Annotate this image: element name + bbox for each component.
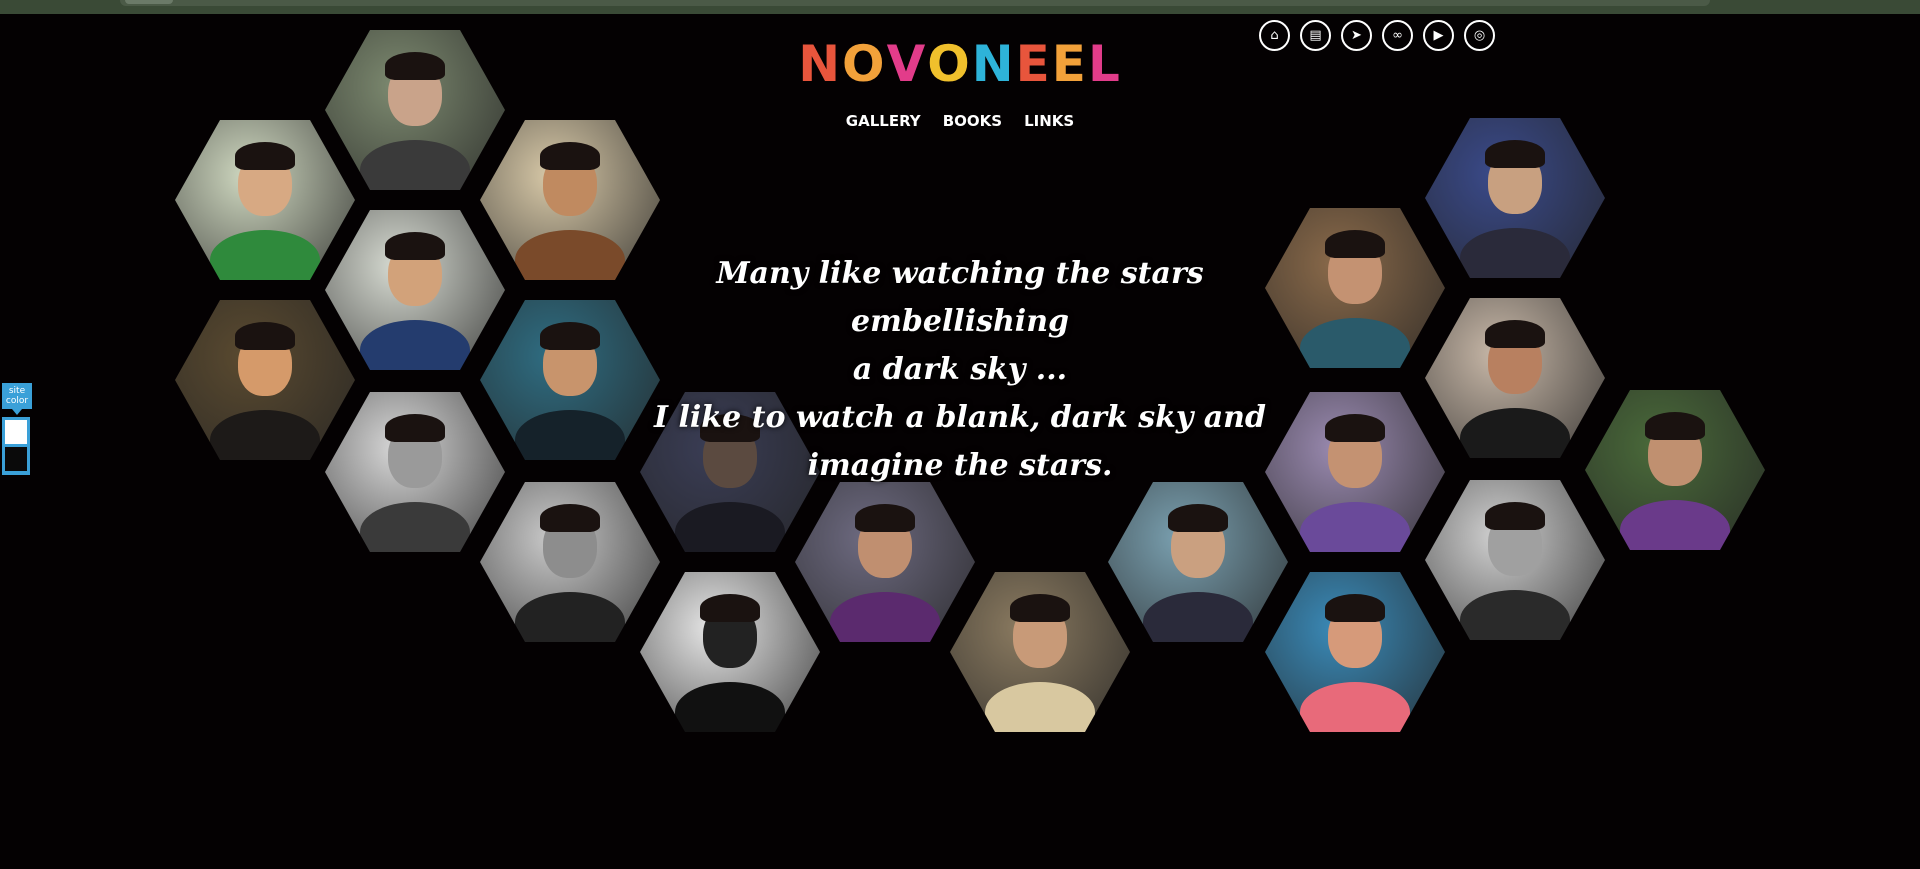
- social-links: ⌂ ▤ ➤ ∞ ▶ ◎: [1259, 20, 1495, 51]
- youtube-icon[interactable]: ▶: [1423, 20, 1454, 51]
- site-color-label: site color: [2, 383, 32, 415]
- gallery-photo[interactable]: [325, 210, 505, 370]
- logo-letter: V: [886, 35, 928, 93]
- gallery-photo[interactable]: [175, 300, 355, 460]
- browser-top-bar: [0, 0, 1920, 14]
- gallery-photo[interactable]: [1425, 118, 1605, 278]
- link-icon[interactable]: ∞: [1382, 20, 1413, 51]
- gallery-photo[interactable]: [480, 482, 660, 642]
- logo-letter: N: [798, 35, 843, 93]
- top-tab: [125, 0, 173, 4]
- swatch-dark[interactable]: [5, 447, 27, 471]
- gallery-photo[interactable]: [640, 572, 820, 732]
- telegram-icon[interactable]: ➤: [1341, 20, 1372, 51]
- gallery-photo[interactable]: [1425, 480, 1605, 640]
- nav-books[interactable]: BOOKS: [943, 112, 1002, 130]
- quote-line: I like to watch a blank, dark sky and: [654, 400, 1266, 435]
- nav-gallery[interactable]: GALLERY: [846, 112, 921, 130]
- gallery-photo[interactable]: [175, 120, 355, 280]
- site-color-swatches: [2, 417, 30, 475]
- home-icon[interactable]: ⌂: [1259, 20, 1290, 51]
- logo-letter: O: [927, 35, 972, 93]
- instagram-icon[interactable]: ◎: [1464, 20, 1495, 51]
- quote-line: imagine the stars.: [807, 448, 1113, 483]
- gallery-photo[interactable]: [1265, 392, 1445, 552]
- gallery-photo[interactable]: [480, 300, 660, 460]
- gallery-photo[interactable]: [1425, 298, 1605, 458]
- logo-letter: E: [1015, 35, 1052, 93]
- newspaper-icon[interactable]: ▤: [1300, 20, 1331, 51]
- gallery-photo[interactable]: [1265, 572, 1445, 732]
- quote-line: Many like watching the stars embellishin…: [716, 256, 1204, 339]
- quote-line: a dark sky ...: [852, 352, 1068, 387]
- logo-letter: L: [1087, 35, 1122, 93]
- logo-letter: N: [971, 35, 1016, 93]
- swatch-light[interactable]: [5, 420, 27, 444]
- gallery-photo[interactable]: [325, 30, 505, 190]
- logo-letter: O: [842, 35, 887, 93]
- nav-links[interactable]: LINKS: [1024, 112, 1074, 130]
- gallery-photo[interactable]: [1585, 390, 1765, 550]
- gallery-photo[interactable]: [795, 482, 975, 642]
- gallery-photo[interactable]: [950, 572, 1130, 732]
- gallery-photo[interactable]: [325, 392, 505, 552]
- gallery-photo[interactable]: [1108, 482, 1288, 642]
- gallery-photo[interactable]: [1265, 208, 1445, 368]
- hero-quote: Many like watching the stars embellishin…: [640, 250, 1280, 490]
- logo-letter: E: [1051, 35, 1088, 93]
- top-strip: [120, 0, 1710, 6]
- gallery-photo[interactable]: [480, 120, 660, 280]
- main-nav: GALLERY BOOKS LINKS: [820, 112, 1100, 130]
- site-color-picker: site color: [2, 383, 32, 475]
- site-logo[interactable]: N O V O N E E L: [798, 34, 1120, 94]
